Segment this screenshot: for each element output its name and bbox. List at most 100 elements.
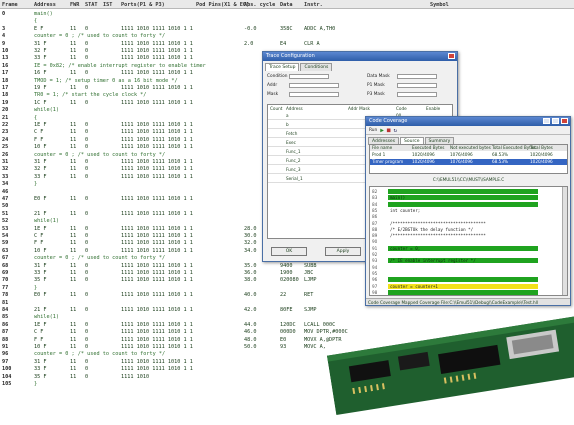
frame-number: 100 [2,366,12,373]
frame-number: 104 [2,373,12,380]
cell-address: 10 F [34,144,47,151]
coverage-table[interactable]: File name Executed Bytes Not executed byte… [369,144,568,174]
cell-address: 21 F [34,210,47,217]
cell-abs: 46.0 [244,329,257,336]
col-header-instr[interactable]: Instr. [304,2,323,8]
trace-row[interactable]: 3 E F 11 0 1111 1010 1111 1010 1 1 -0.0 358C AD… [0,26,574,32]
grid-cell-a[interactable]: b [286,122,289,127]
col-header-stat[interactable]: STAT [85,2,98,8]
p1-mask-field[interactable] [397,83,437,88]
line-number: 83 [372,195,378,201]
grid-cell-a[interactable]: Serial_1 [286,176,303,181]
col-header-pod[interactable]: Pod Pins(X1 & E0) [196,2,249,8]
line-number: 92 [372,252,378,257]
grid-cell-a[interactable]: Func_3 [286,167,301,172]
code-line[interactable]: /************************************* [388,233,538,239]
source-view[interactable]: 82 83 main() 84 85 int counter; 86 87 /********… [369,186,568,296]
grid-cell-a[interactable]: Exec [286,140,296,145]
cell-stat: 0 [85,292,89,299]
code-line[interactable] [388,201,538,207]
close-icon[interactable] [448,53,455,59]
code-line[interactable] [388,289,538,295]
col-header-frame[interactable]: Frame [2,2,18,8]
status-text: Code Coverage Mapped Coverage File:C:\\E… [368,300,539,305]
col-header-address[interactable]: Address [34,2,56,8]
coverage-row[interactable]: Prod 1 1020/4096 1076/4096 68.53% 1020/4096 [370,152,567,158]
code-line[interactable] [388,214,538,220]
tab-conditions[interactable]: Conditions [300,63,333,71]
tab-trace-setup[interactable]: Trace Setup [265,63,300,71]
maximize-icon[interactable] [552,118,559,124]
cell-instr: SJMP [304,307,317,313]
col-header-abs[interactable]: Abs. cycle [244,2,275,8]
grid-cell-a[interactable]: Func_2 [286,158,301,163]
cell-address: 32 F [34,48,47,54]
ok-button[interactable]: OK [271,247,307,256]
coverage-cell: Timer program [372,159,404,164]
code-line[interactable]: /* E/2BGTOk the delay function */ [388,226,538,232]
cell-abs: 2.0 [244,40,254,47]
coverage-cell: 1020/4096 [412,159,435,164]
coverage-col-header[interactable]: Not executed bytes [450,145,491,150]
source-scrollbar[interactable] [562,187,567,295]
code-line[interactable] [388,239,538,245]
data-mask-field[interactable] [397,74,437,79]
trace-row[interactable]: 4 counter = 0 ; /* used to count to forty… [0,33,574,39]
col-header-ist[interactable]: IST [103,2,112,8]
code-line[interactable]: main() [388,195,538,201]
code-line[interactable] [388,264,538,270]
col-header-fwr[interactable]: FWR [70,2,79,8]
cell-ports: 1111 1010 1111 1010 1 1 [121,307,193,313]
coverage-row[interactable]: Timer program 1020/4096 1076/4096 68.53% 102… [370,159,567,165]
frame-number: 84 [2,307,9,313]
minimize-icon[interactable] [543,118,550,124]
address-field[interactable] [289,83,339,88]
run-label[interactable]: Run [369,128,377,133]
grid-cell-a[interactable]: a [286,113,289,118]
play-icon[interactable]: ▶ [380,127,384,134]
code-line[interactable] [388,270,538,276]
col-header-data[interactable]: Data [280,2,293,8]
cell-fwr: 11 [70,366,77,373]
frame-number: 20 [2,107,9,114]
coverage-col-header[interactable]: Executed Bytes [412,145,445,150]
mask-field[interactable] [289,92,339,97]
col-header-ports[interactable]: Ports(P1 & P3) [121,2,165,8]
trace-row[interactable]: 0 main() [0,11,574,17]
cell-ports: 1111 1010 1111 1010 1 1 [121,85,193,91]
code-line[interactable] [388,189,538,194]
p3-mask-field[interactable] [397,92,437,97]
cell-address: C F [34,129,44,136]
code-line[interactable]: counter = counter+1 [388,283,538,289]
coverage-title: Code Coverage [369,118,408,124]
coverage-col-header[interactable]: Total Bytes [530,145,553,150]
close-icon[interactable] [561,118,568,124]
grid-cell-a[interactable]: Func_1 [286,149,301,154]
trace-row[interactable]: { [0,18,574,24]
code-line[interactable]: /************************************* [388,220,538,226]
condition-field[interactable] [289,74,329,79]
trace-row[interactable]: 9 31 F 11 0 1111 1010 1111 1010 1 1 2.0 E4 CLR … [0,41,574,47]
stop-icon[interactable]: ■ [387,127,391,134]
cell-stat: 0 [85,40,89,47]
grid-cell-a[interactable]: Fetch [286,131,297,136]
col-header-symbol[interactable]: Symbol [430,2,449,8]
col-enable: Enable [426,106,441,111]
cell-address: 21 F [34,307,47,313]
cell-ports: 1111 1010 1111 1010 1 1 [121,321,193,328]
cell-stat: 0 [85,173,89,180]
source-line: while(1) [34,107,59,114]
code-line[interactable] [388,252,538,257]
trace-row[interactable]: 84 21 F 11 0 1111 1010 1111 1010 1 1 42.0 80FE… [0,307,574,313]
code-line[interactable]: counter = 0; [388,245,538,251]
refresh-icon[interactable]: ↻ [394,127,398,134]
code-line[interactable]: int counter; [388,207,538,213]
address-label: Addr [267,83,278,88]
code-line[interactable]: /* IE enable interrupt register */ [388,258,538,264]
apply-button[interactable]: Apply [325,247,361,256]
code-line[interactable] [388,277,538,283]
cell-stat: 0 [85,321,89,328]
cell-fwr: 11 [70,233,77,239]
coverage-cell: 1076/4096 [450,152,473,157]
coverage-col-header[interactable]: File name [372,145,392,150]
